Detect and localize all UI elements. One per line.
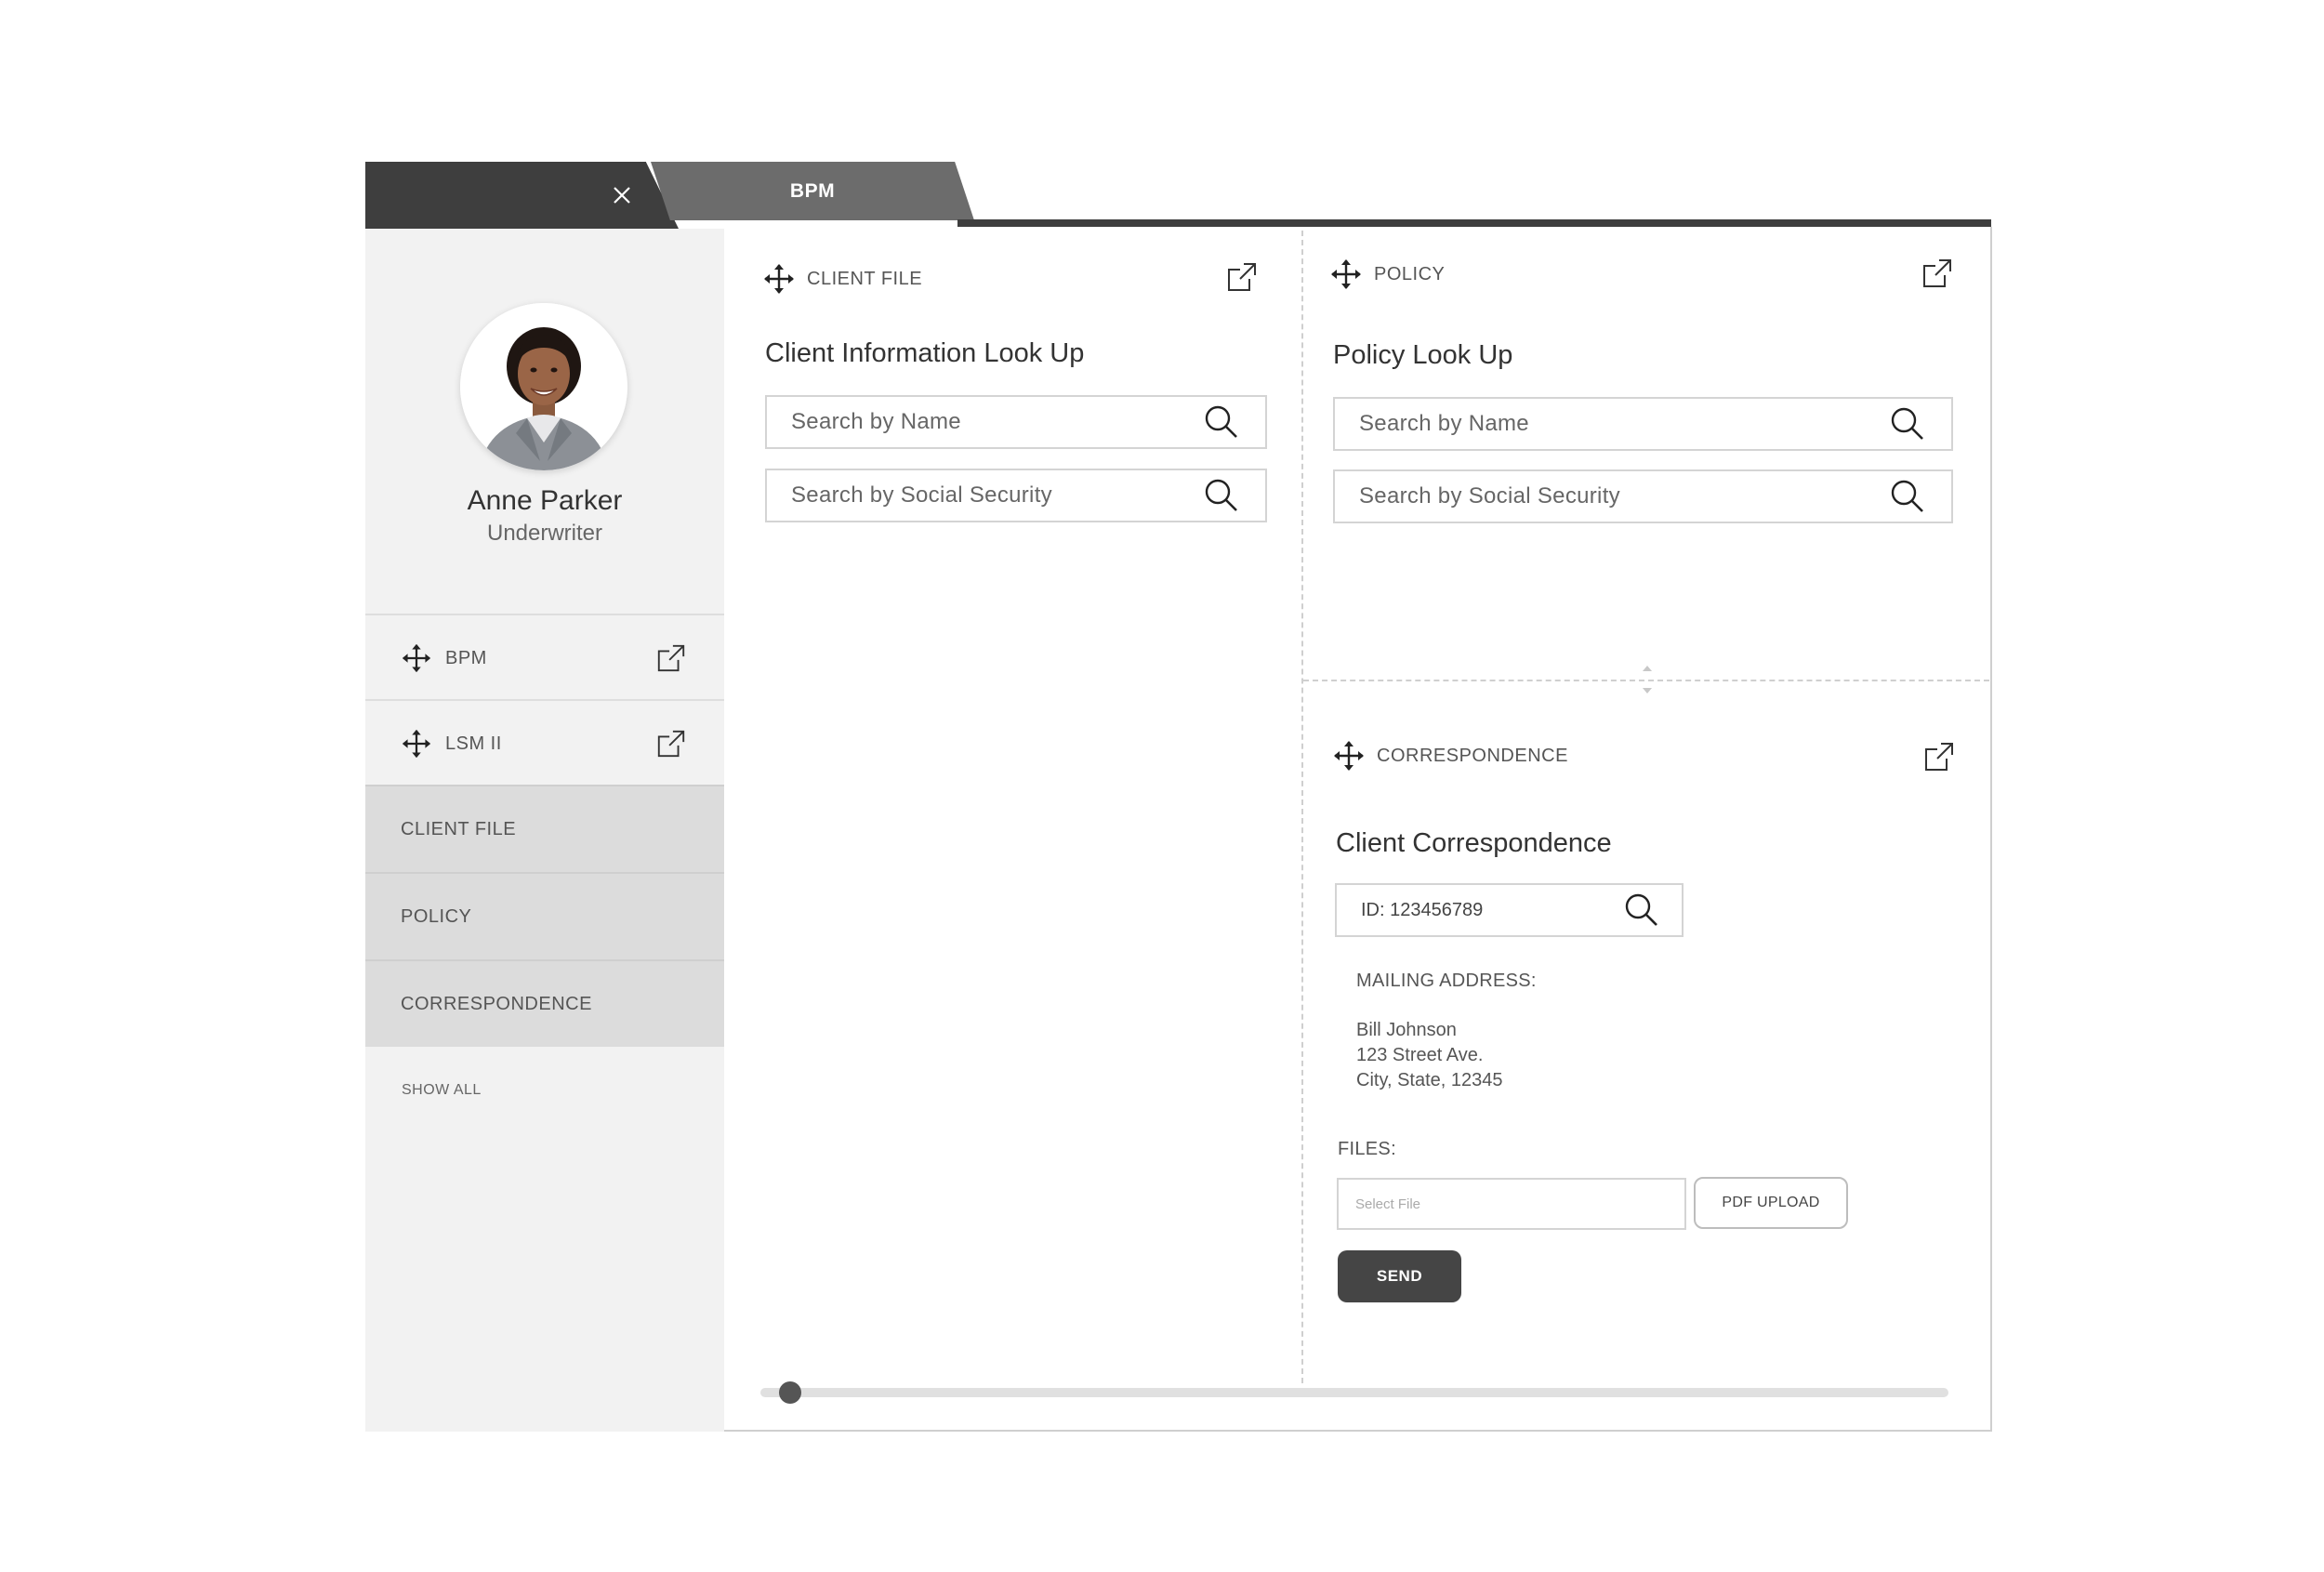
sidebar-item-label: CLIENT FILE: [401, 818, 517, 839]
horizontal-scrollbar[interactable]: [760, 1388, 1948, 1397]
address-line: City, State, 12345: [1356, 1070, 1503, 1090]
mailing-address-label: MAILING ADDRESS:: [1356, 971, 1537, 991]
tab-bpm-label: BPM: [789, 179, 836, 202]
close-tab-button[interactable]: [606, 179, 638, 211]
move-icon[interactable]: [401, 642, 432, 674]
sidebar-item-policy[interactable]: POLICY: [365, 872, 724, 959]
select-file-placeholder: Select File: [1355, 1196, 1421, 1212]
client-search-ssn-box: [765, 469, 1267, 522]
panel-divider-vertical[interactable]: [1301, 231, 1303, 1383]
show-all-link[interactable]: SHOW ALL: [402, 1082, 482, 1099]
tab-bar-line: [957, 219, 1991, 227]
files-label: FILES:: [1338, 1139, 1396, 1159]
external-link-icon[interactable]: [1921, 257, 1954, 290]
scrollbar-thumb[interactable]: [779, 1381, 801, 1404]
closed-tab[interactable]: [365, 162, 646, 229]
user-photo: [460, 303, 627, 470]
external-link-icon[interactable]: [655, 642, 687, 674]
policy-search-ssn-box: [1333, 469, 1953, 523]
mailing-address: Bill Johnson 123 Street Ave. City, State…: [1356, 1018, 1503, 1093]
external-link-icon[interactable]: [1922, 740, 1956, 773]
resize-handle-icon[interactable]: [1641, 664, 1654, 695]
client-file-header: CLIENT FILE: [762, 262, 922, 296]
policy-search-name-box: [1333, 397, 1953, 451]
search-icon[interactable]: [1204, 478, 1239, 513]
client-file-header-label: CLIENT FILE: [807, 268, 923, 289]
policy-title: Policy Look Up: [1333, 340, 1513, 370]
correspondence-header-label: CORRESPONDENCE: [1377, 745, 1568, 766]
sidebar-item-label: CORRESPONDENCE: [401, 993, 592, 1014]
address-line: 123 Street Ave.: [1356, 1045, 1484, 1065]
move-icon[interactable]: [1329, 258, 1363, 291]
external-link-icon[interactable]: [655, 728, 687, 760]
avatar: [460, 303, 627, 470]
sidebar-item-label: BPM: [445, 647, 487, 668]
close-icon: [614, 187, 630, 204]
sidebar-item-client-file[interactable]: CLIENT FILE: [365, 785, 724, 872]
policy-header-label: POLICY: [1374, 263, 1446, 284]
client-search-name-box: [765, 395, 1267, 449]
search-icon[interactable]: [1624, 892, 1659, 928]
sidebar-item-bpm[interactable]: BPM: [365, 614, 724, 701]
sidebar-item-lsm[interactable]: LSM II: [365, 699, 724, 786]
search-icon[interactable]: [1890, 479, 1925, 514]
correspondence-header: CORRESPONDENCE: [1332, 739, 1568, 773]
user-name: Anne Parker: [467, 485, 623, 516]
client-file-title: Client Information Look Up: [765, 338, 1085, 368]
correspondence-id-box: [1335, 883, 1684, 937]
user-role: Underwriter: [486, 521, 603, 546]
policy-search-name-input[interactable]: [1359, 411, 1890, 437]
correspondence-title: Client Correspondence: [1336, 828, 1612, 858]
external-link-icon[interactable]: [1225, 260, 1259, 294]
move-icon[interactable]: [762, 262, 796, 296]
sidebar-item-label: POLICY: [401, 905, 472, 927]
policy-search-ssn-input[interactable]: [1359, 483, 1890, 509]
move-icon[interactable]: [1332, 739, 1366, 773]
client-search-name-input[interactable]: [791, 409, 1204, 435]
policy-header: POLICY: [1329, 258, 1445, 291]
sidebar-item-label: LSM II: [445, 733, 502, 754]
select-file-input[interactable]: Select File: [1337, 1178, 1686, 1230]
tab-bpm[interactable]: BPM: [651, 162, 974, 220]
client-search-ssn-input[interactable]: [791, 482, 1204, 509]
search-icon[interactable]: [1890, 406, 1925, 442]
send-button[interactable]: SEND: [1338, 1250, 1461, 1302]
pdf-upload-button[interactable]: PDF UPLOAD: [1694, 1177, 1848, 1229]
move-icon[interactable]: [401, 728, 432, 760]
sidebar-item-correspondence[interactable]: CORRESPONDENCE: [365, 959, 724, 1047]
correspondence-id-input[interactable]: [1361, 899, 1624, 921]
address-line: Bill Johnson: [1356, 1020, 1457, 1040]
search-icon[interactable]: [1204, 404, 1239, 440]
